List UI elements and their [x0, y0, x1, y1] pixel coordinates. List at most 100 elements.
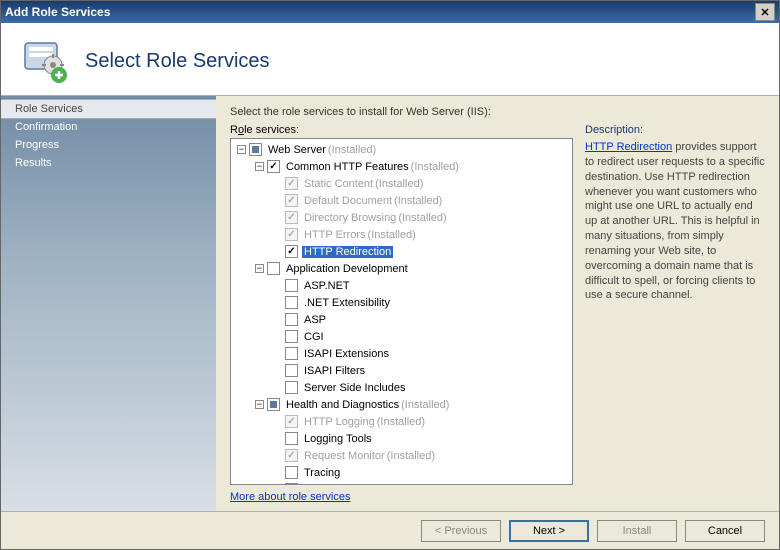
node-label[interactable]: .NET Extensibility — [302, 297, 392, 309]
installed-suffix: (Installed) — [387, 450, 435, 462]
node-label[interactable]: Common HTTP Features — [284, 161, 411, 173]
intro-text: Select the role services to install for … — [230, 106, 765, 118]
node-label[interactable]: Health and Diagnostics — [284, 399, 401, 411]
description-panel: Description: HTTP Redirection provides s… — [585, 124, 765, 511]
checkbox[interactable] — [267, 262, 280, 275]
checkbox[interactable] — [285, 330, 298, 343]
role-services-tree[interactable]: −Web Server (Installed)−Common HTTP Feat… — [230, 138, 573, 485]
tree-node[interactable]: CGI — [231, 328, 572, 345]
node-label[interactable]: ASP — [302, 314, 328, 326]
checkbox[interactable] — [285, 466, 298, 479]
tree-node[interactable]: Custom Logging — [231, 481, 572, 485]
sidebar: Role ServicesConfirmationProgressResults — [1, 96, 216, 511]
installed-suffix: (Installed) — [368, 229, 416, 241]
tree-node[interactable]: Logging Tools — [231, 430, 572, 447]
tree-label: Role services: — [230, 124, 573, 136]
tree-node[interactable]: Directory Browsing (Installed) — [231, 209, 572, 226]
tree-node[interactable]: ASP — [231, 311, 572, 328]
node-label[interactable]: Tracing — [302, 467, 342, 479]
sidebar-item-confirmation[interactable]: Confirmation — [1, 118, 216, 136]
tree-node[interactable]: ISAPI Extensions — [231, 345, 572, 362]
tree-node[interactable]: .NET Extensibility — [231, 294, 572, 311]
checkbox[interactable] — [267, 398, 280, 411]
installed-suffix: (Installed) — [328, 144, 376, 156]
page-title: Select Role Services — [85, 50, 270, 73]
checkbox — [285, 415, 298, 428]
tree-node[interactable]: − Application Development — [231, 260, 572, 277]
installed-suffix: (Installed) — [398, 212, 446, 224]
expander-icon[interactable]: − — [237, 145, 246, 154]
sidebar-item-results[interactable]: Results — [1, 154, 216, 172]
installed-suffix: (Installed) — [394, 195, 442, 207]
cancel-button[interactable]: Cancel — [685, 520, 765, 542]
node-label[interactable]: ISAPI Extensions — [302, 348, 391, 360]
sidebar-item-progress[interactable]: Progress — [1, 136, 216, 154]
node-label[interactable]: Logging Tools — [302, 433, 374, 445]
description-link[interactable]: HTTP Redirection — [585, 141, 672, 153]
checkbox[interactable] — [267, 160, 280, 173]
checkbox — [285, 211, 298, 224]
install-button[interactable]: Install — [597, 520, 677, 542]
tree-node[interactable]: HTTP Logging (Installed) — [231, 413, 572, 430]
node-label[interactable]: Server Side Includes — [302, 382, 408, 394]
tree-node[interactable]: Tracing — [231, 464, 572, 481]
checkbox[interactable] — [285, 245, 298, 258]
checkbox — [285, 194, 298, 207]
node-label[interactable]: Custom Logging — [302, 484, 386, 486]
expander-icon[interactable]: − — [255, 162, 264, 171]
installed-suffix: (Installed) — [375, 178, 423, 190]
expander-icon[interactable]: − — [255, 400, 264, 409]
node-label[interactable]: Default Document — [302, 195, 394, 207]
node-label[interactable]: CGI — [302, 331, 326, 343]
title-bar: Add Role Services ✕ — [1, 1, 779, 23]
tree-node[interactable]: Default Document (Installed) — [231, 192, 572, 209]
installed-suffix: (Installed) — [411, 161, 459, 173]
close-button[interactable]: ✕ — [755, 3, 775, 21]
tree-node[interactable]: Request Monitor (Installed) — [231, 447, 572, 464]
more-about-link[interactable]: More about role services — [230, 491, 573, 503]
checkbox — [285, 228, 298, 241]
node-label[interactable]: HTTP Errors — [302, 229, 368, 241]
node-label[interactable]: Directory Browsing — [302, 212, 398, 224]
checkbox[interactable] — [285, 279, 298, 292]
role-services-icon — [21, 37, 69, 85]
header: Select Role Services — [1, 23, 779, 96]
previous-button[interactable]: < Previous — [421, 520, 501, 542]
expander-icon[interactable]: − — [255, 264, 264, 273]
node-label[interactable]: Static Content — [302, 178, 375, 190]
tree-node[interactable]: ISAPI Filters — [231, 362, 572, 379]
node-label[interactable]: HTTP Logging — [302, 416, 377, 428]
checkbox — [285, 449, 298, 462]
checkbox[interactable] — [285, 364, 298, 377]
tree-node[interactable]: HTTP Redirection — [231, 243, 572, 260]
tree-node[interactable]: ASP.NET — [231, 277, 572, 294]
checkbox[interactable] — [285, 381, 298, 394]
node-label[interactable]: ISAPI Filters — [302, 365, 367, 377]
tree-node[interactable]: Static Content (Installed) — [231, 175, 572, 192]
checkbox — [285, 177, 298, 190]
installed-suffix: (Installed) — [401, 399, 449, 411]
checkbox[interactable] — [285, 296, 298, 309]
tree-node[interactable]: − Health and Diagnostics (Installed) — [231, 396, 572, 413]
description-heading: Description: — [585, 124, 765, 136]
window-title: Add Role Services — [5, 5, 110, 19]
sidebar-item-role-services[interactable]: Role Services — [1, 99, 216, 119]
checkbox[interactable] — [249, 143, 262, 156]
node-label[interactable]: Web Server — [266, 144, 328, 156]
checkbox[interactable] — [285, 313, 298, 326]
node-label[interactable]: Application Development — [284, 263, 410, 275]
next-button[interactable]: Next > — [509, 520, 589, 542]
node-label[interactable]: ASP.NET — [302, 280, 352, 292]
node-label[interactable]: Request Monitor — [302, 450, 387, 462]
footer: < Previous Next > Install Cancel — [1, 511, 779, 549]
tree-node[interactable]: − Web Server (Installed) — [231, 141, 572, 158]
installed-suffix: (Installed) — [377, 416, 425, 428]
tree-node[interactable]: HTTP Errors (Installed) — [231, 226, 572, 243]
checkbox[interactable] — [285, 483, 298, 485]
checkbox[interactable] — [285, 432, 298, 445]
node-label[interactable]: HTTP Redirection — [302, 246, 393, 258]
checkbox[interactable] — [285, 347, 298, 360]
tree-node[interactable]: − Common HTTP Features (Installed) — [231, 158, 572, 175]
tree-node[interactable]: Server Side Includes — [231, 379, 572, 396]
description-body: HTTP Redirection provides support to red… — [585, 140, 765, 303]
